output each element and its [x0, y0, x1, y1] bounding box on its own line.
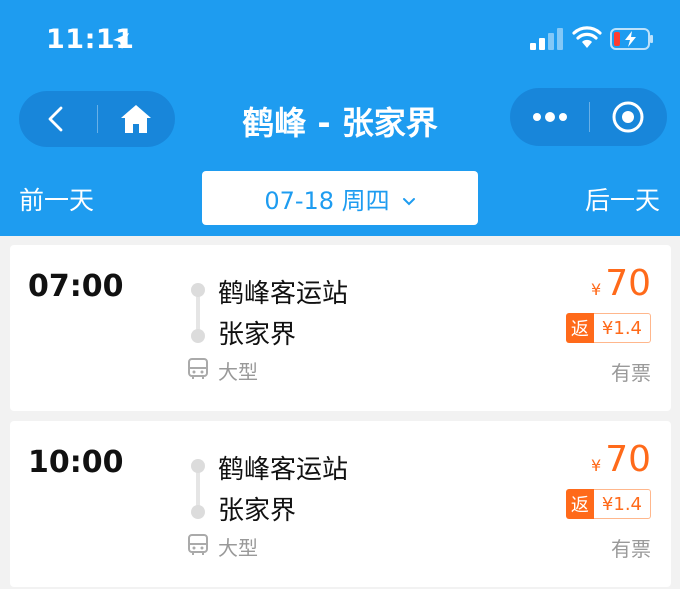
rebate-value: ¥1.4	[593, 489, 651, 519]
price: ¥ 70	[591, 263, 651, 304]
date-picker[interactable]: 07-18 周四	[202, 171, 478, 225]
nav-right-capsule	[510, 88, 667, 146]
prev-day-button[interactable]: 前一天	[19, 181, 94, 217]
price: ¥ 70	[591, 439, 651, 480]
currency-symbol: ¥	[591, 456, 602, 475]
capsule-divider	[589, 102, 590, 132]
price-amount: 70	[605, 439, 651, 480]
bus-type: 大型	[218, 360, 258, 384]
bus-icon	[186, 533, 210, 561]
next-day-button[interactable]: 后一天	[585, 181, 660, 217]
rebate-badge: 返 ¥1.4	[565, 489, 651, 519]
date-label: 07-18 周四	[264, 186, 390, 215]
rebate-badge: 返 ¥1.4	[565, 313, 651, 343]
departure-time: 07:00	[28, 269, 124, 304]
status-bar: 11:11	[0, 0, 680, 80]
trip-card[interactable]: 07:00 鹤峰客运站 张家界 大型 ¥ 70 返 ¥1.4 有票	[10, 245, 671, 411]
destination-station: 张家界	[218, 496, 297, 526]
route-line-icon	[190, 458, 206, 524]
rebate-tag: 返	[565, 489, 594, 519]
wifi-icon	[572, 26, 602, 54]
currency-symbol: ¥	[591, 280, 602, 299]
battery-icon	[610, 28, 654, 54]
ticket-availability: 有票	[611, 361, 651, 385]
chevron-down-icon	[402, 185, 416, 213]
bus-type: 大型	[218, 536, 258, 560]
origin-station: 鹤峰客运站	[218, 279, 349, 309]
rebate-value: ¥1.4	[593, 313, 651, 343]
signal-icon	[530, 28, 564, 54]
target-icon[interactable]	[611, 100, 645, 138]
ticket-availability: 有票	[611, 537, 651, 561]
price-amount: 70	[605, 263, 651, 304]
location-arrow-icon	[111, 31, 131, 55]
more-icon[interactable]	[532, 109, 568, 128]
destination-station: 张家界	[218, 320, 297, 350]
route-line-icon	[190, 282, 206, 348]
trip-card[interactable]: 10:00 鹤峰客运站 张家界 大型 ¥ 70 返 ¥1.4 有票	[10, 421, 671, 587]
header: 11:11 鹤峰 - 张家界 前一天 07-18 周四 后一天	[0, 0, 680, 236]
bus-icon	[186, 357, 210, 385]
origin-station: 鹤峰客运站	[218, 455, 349, 485]
departure-time: 10:00	[28, 445, 124, 480]
rebate-tag: 返	[565, 313, 594, 343]
